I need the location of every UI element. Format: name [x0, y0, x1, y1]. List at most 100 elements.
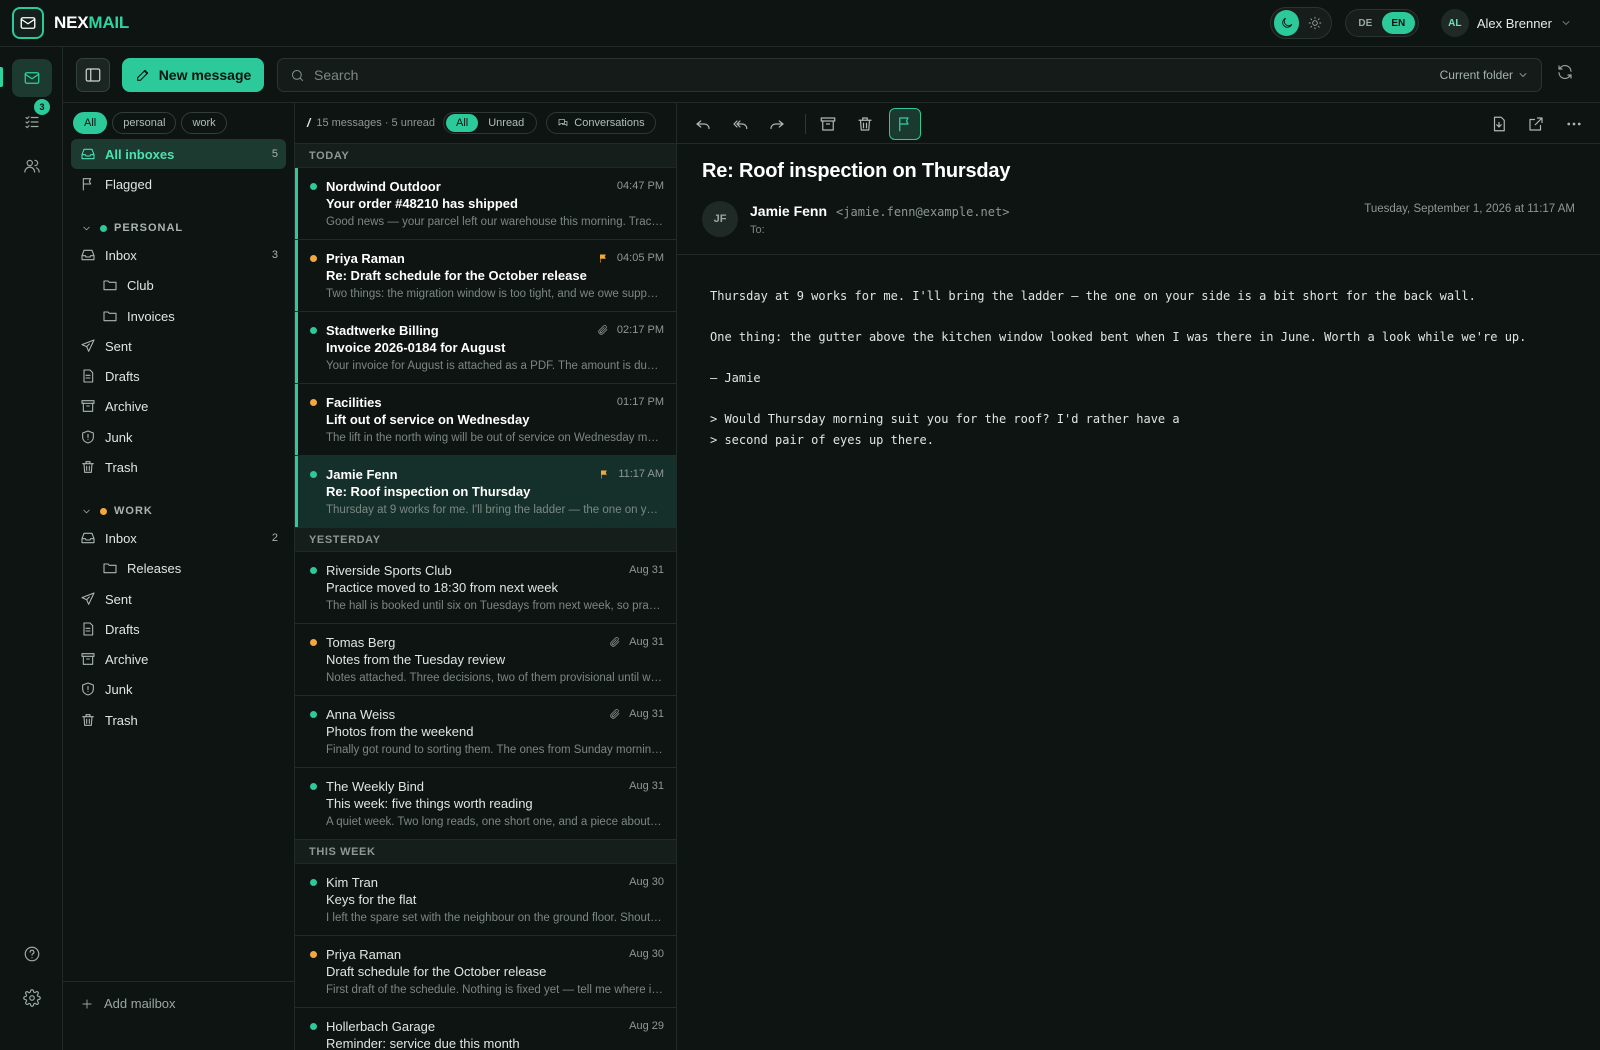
message-row[interactable]: Hollerbach Garage Aug 29 Reminder: service… [295, 1008, 676, 1050]
reply-button[interactable] [687, 108, 719, 140]
refresh-icon [1558, 64, 1572, 80]
paperclip-icon [597, 324, 609, 336]
user-menu[interactable]: AL Alex Brenner [1440, 9, 1572, 37]
sender-email[interactable]: <jamie.fenn@example.net> [836, 205, 1009, 219]
delete-button[interactable] [849, 108, 881, 140]
archive-icon [81, 400, 95, 412]
more-actions-button[interactable] [1558, 108, 1590, 140]
refresh-button[interactable] [1556, 63, 1574, 81]
folder-personal-archive[interactable]: Archive [71, 391, 286, 421]
forward-button[interactable] [761, 108, 793, 140]
language-de-button[interactable]: DE [1349, 12, 1382, 34]
trash-icon [82, 461, 94, 473]
brand-part-b: MAIL [88, 13, 130, 32]
message-sender: Jamie Fenn [326, 466, 398, 482]
message-row[interactable]: Jamie Fenn 11:17 AM Re: Roof inspection on… [295, 456, 676, 528]
rail-help-button[interactable] [12, 935, 52, 973]
sender-name[interactable]: Jamie Fenn [750, 203, 827, 219]
draft-icon [83, 622, 94, 636]
folder-work-drafts[interactable]: Drafts [71, 614, 286, 644]
message-row[interactable]: Riverside Sports Club Aug 31 Practice move… [295, 552, 676, 624]
rail-contacts-button[interactable] [12, 147, 52, 185]
message-row[interactable]: Priya Raman 04:05 PM Re: Draft schedule fo… [295, 240, 676, 312]
folder-personal-inbox[interactable]: Inbox 3 [71, 240, 286, 270]
folder-personal-trash[interactable]: Trash [71, 452, 286, 482]
folder-work-inbox[interactable]: Inbox 2 [71, 523, 286, 553]
message-sender: Priya Raman [326, 250, 405, 266]
folder-personal-junk[interactable]: Junk [71, 422, 286, 452]
download-button[interactable] [1483, 108, 1515, 140]
contacts-icon [24, 159, 40, 173]
light-theme-button[interactable] [1302, 10, 1328, 36]
message-row[interactable]: Stadtwerke Billing 02:17 PM Invoice 2026-0… [295, 312, 676, 384]
sidebar-toggle-button[interactable] [76, 58, 110, 92]
account-header-personal[interactable]: PERSONAL [81, 218, 183, 238]
new-message-button[interactable]: New message [122, 58, 264, 92]
account-color-dot [310, 183, 317, 190]
filter-unread-button[interactable]: Unread [478, 114, 534, 132]
folder-icon [103, 280, 117, 291]
shield-icon [82, 682, 94, 696]
conversations-toggle[interactable]: Conversations [546, 112, 656, 134]
folder-personal-club[interactable]: Club [93, 270, 286, 300]
language-toggle: DE EN [1344, 9, 1419, 37]
message-subject: Re: Roof inspection on Thursday [326, 484, 531, 499]
folder-label: Trash [105, 459, 138, 475]
quoted-line: > second pair of eyes up there. [710, 432, 934, 447]
filter-all-button[interactable]: All [445, 114, 479, 132]
message-date: Tuesday, September 1, 2026 at 11:17 AM [1364, 203, 1575, 215]
open-external-button[interactable] [1520, 108, 1552, 140]
folder-flagged[interactable]: Flagged [71, 169, 286, 199]
message-row[interactable]: Tomas Berg Aug 31 Notes from the Tuesday r… [295, 624, 676, 696]
account-header-work[interactable]: WORK [81, 501, 153, 521]
message-group-header: YESTERDAY [295, 528, 676, 552]
message-group-header: TODAY [295, 144, 676, 168]
folder-personal-sent[interactable]: Sent [71, 331, 286, 361]
archive-button[interactable] [812, 108, 844, 140]
app-logo[interactable]: NEXMAIL [12, 7, 129, 39]
inbox-icon [81, 148, 95, 160]
folder-work-junk[interactable]: Junk [71, 674, 286, 704]
message-time: Aug 30 [629, 876, 664, 888]
message-subject: Invoice 2026-0184 for August [326, 340, 506, 355]
folder-personal-drafts[interactable]: Drafts [71, 361, 286, 391]
rail-mail-button[interactable] [12, 59, 52, 97]
message-row[interactable]: Priya Raman Aug 30 Draft schedule for the … [295, 936, 676, 1008]
folder-all-inboxes[interactable]: All inboxes 5 [71, 139, 286, 169]
message-row[interactable]: Kim Tran Aug 30 Keys for the flat I left th… [295, 864, 676, 936]
search-scope-select[interactable]: Current folder [1440, 68, 1529, 82]
search-input[interactable] [314, 67, 1440, 83]
chip-work[interactable]: work [181, 112, 227, 134]
message-sender: Hollerbach Garage [326, 1018, 436, 1034]
add-mailbox-button[interactable]: Add mailbox [80, 996, 176, 1011]
folder-personal-invoices[interactable]: Invoices [93, 301, 286, 331]
sun-icon [1308, 16, 1322, 30]
chip-all[interactable]: All [73, 112, 108, 134]
message-row[interactable]: Nordwind Outdoor 04:47 PM Your order #4821… [295, 168, 676, 240]
sender-avatar: JF [702, 201, 738, 237]
body-line: Thursday at 9 works for me. I'll bring t… [710, 289, 1476, 303]
moon-icon [1281, 17, 1292, 28]
message-sender: Tomas Berg [326, 634, 396, 650]
brand-part-a: NEX [54, 13, 89, 32]
message-subject: Re: Roof inspection on Thursday [702, 160, 1011, 182]
message-row[interactable]: The Weekly Bind Aug 31 This week: five thi… [295, 768, 676, 840]
folder-work-sent[interactable]: Sent [71, 584, 286, 614]
flag-icon [82, 178, 92, 191]
flag-button[interactable] [889, 108, 921, 140]
message-row[interactable]: Anna Weiss Aug 31 Photos from the weekend F… [295, 696, 676, 768]
folder-work-releases[interactable]: Releases [93, 553, 286, 583]
rail-settings-button[interactable] [12, 979, 52, 1017]
folder-work-trash[interactable]: Trash [71, 705, 286, 735]
reply-all-button[interactable] [724, 108, 756, 140]
rail-active-indicator [0, 67, 3, 87]
language-en-button[interactable]: EN [1381, 12, 1415, 34]
mail-logo-icon [12, 7, 44, 39]
dark-theme-button[interactable] [1273, 10, 1300, 36]
message-time: Aug 31 [629, 708, 664, 720]
chip-personal[interactable]: personal [112, 112, 177, 134]
folder-work-archive[interactable]: Archive [71, 644, 286, 674]
toolbar-divider [805, 114, 806, 134]
rail-tasks-button[interactable]: 3 [12, 99, 52, 141]
message-row[interactable]: Facilities 01:17 PM Lift out of service on… [295, 384, 676, 456]
